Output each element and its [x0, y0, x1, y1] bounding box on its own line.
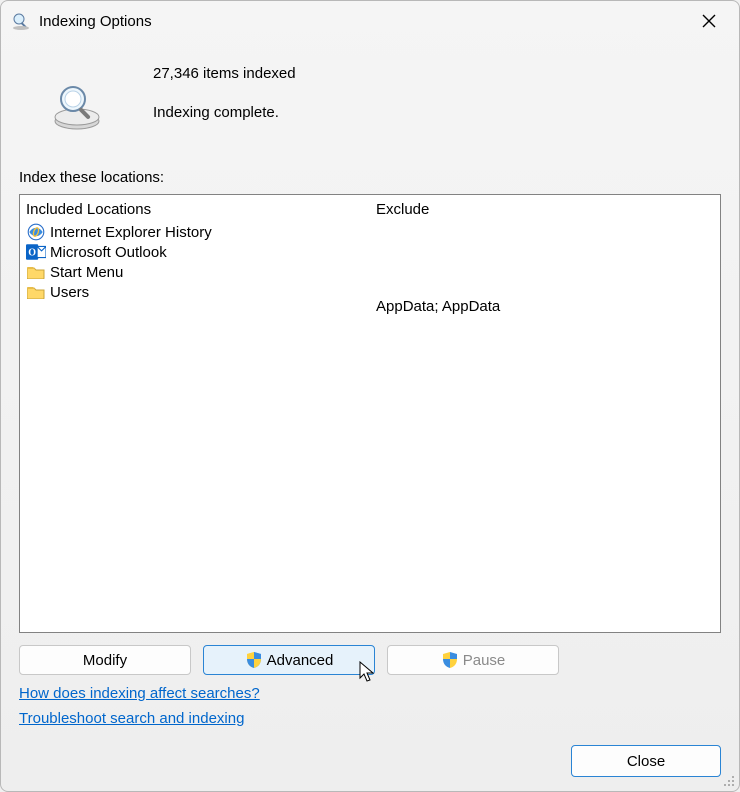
included-header: Included Locations	[26, 199, 364, 222]
resize-grip[interactable]	[721, 773, 735, 787]
exclude-value	[376, 246, 714, 270]
outlook-icon: O	[26, 243, 46, 261]
folder-icon	[26, 263, 46, 281]
exclude-column: Exclude AppData; AppData	[370, 195, 720, 632]
folder-icon	[26, 283, 46, 301]
titlebar: Indexing Options	[1, 1, 739, 41]
button-label: Advanced	[267, 652, 334, 669]
exclude-value: AppData; AppData	[376, 294, 714, 318]
button-label: Pause	[463, 652, 506, 669]
magnifier-drive-icon	[49, 79, 113, 139]
ie-icon	[26, 223, 46, 241]
advanced-button[interactable]: Advanced	[203, 645, 375, 675]
footer: Close	[1, 745, 739, 791]
included-column: Included Locations Internet Explorer His…	[20, 195, 370, 632]
exclude-header: Exclude	[376, 199, 714, 222]
status-text: 27,346 items indexed Indexing complete.	[153, 61, 296, 121]
links: How does indexing affect searches? Troub…	[19, 685, 721, 735]
items-indexed-count: 27,346 items indexed	[153, 65, 296, 82]
svg-text:O: O	[28, 247, 36, 258]
list-item-label: Start Menu	[50, 264, 123, 281]
button-label: Close	[627, 753, 665, 770]
button-label: Modify	[83, 652, 127, 669]
exclude-value	[376, 270, 714, 294]
close-button[interactable]: Close	[571, 745, 721, 777]
troubleshoot-link[interactable]: Troubleshoot search and indexing	[19, 710, 244, 727]
content-area: 27,346 items indexed Indexing complete. …	[1, 41, 739, 745]
shield-icon	[245, 651, 263, 669]
indexing-options-icon	[11, 11, 31, 31]
locations-label: Index these locations:	[19, 169, 721, 186]
exclude-value	[376, 222, 714, 246]
list-item[interactable]: Internet Explorer History	[26, 222, 364, 242]
modify-button[interactable]: Modify	[19, 645, 191, 675]
list-item-label: Microsoft Outlook	[50, 244, 167, 261]
list-item[interactable]: Users	[26, 282, 364, 302]
close-window-button[interactable]	[689, 7, 729, 35]
pause-button: Pause	[387, 645, 559, 675]
locations-list[interactable]: Included Locations Internet Explorer His…	[19, 194, 721, 633]
indexing-state: Indexing complete.	[153, 104, 296, 121]
list-item[interactable]: O Microsoft Outlook	[26, 242, 364, 262]
shield-icon	[441, 651, 459, 669]
list-item-label: Internet Explorer History	[50, 224, 212, 241]
list-item[interactable]: Start Menu	[26, 262, 364, 282]
status-row: 27,346 items indexed Indexing complete.	[19, 61, 721, 139]
indexing-options-window: Indexing Options 27,346 items indexed In…	[0, 0, 740, 792]
buttons-row: Modify Advanced Pause	[19, 645, 721, 675]
list-item-label: Users	[50, 284, 89, 301]
help-link[interactable]: How does indexing affect searches?	[19, 685, 260, 702]
window-title: Indexing Options	[39, 13, 689, 30]
